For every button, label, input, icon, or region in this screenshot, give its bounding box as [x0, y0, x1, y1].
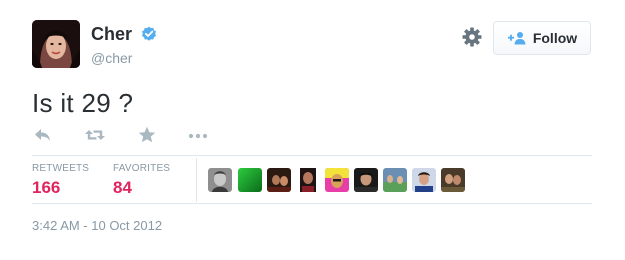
favorites-stat[interactable]: FAVORITES 84	[113, 163, 170, 198]
favoriter-avatar[interactable]	[354, 168, 378, 192]
favoriter-avatar[interactable]	[296, 168, 320, 192]
favoriter-avatar[interactable]	[238, 168, 262, 192]
favoriter-avatar[interactable]	[208, 168, 232, 192]
star-icon[interactable]	[137, 126, 157, 144]
follow-button[interactable]: Follow	[493, 21, 591, 55]
more-icon[interactable]	[188, 126, 208, 144]
gear-icon[interactable]	[462, 27, 482, 47]
favoriter-avatar[interactable]	[325, 168, 349, 192]
divider	[32, 203, 592, 204]
tweet-timestamp[interactable]: 3:42 AM - 10 Oct 2012	[32, 218, 162, 233]
retweets-label: RETWEETS	[32, 163, 90, 174]
screen-name[interactable]: @cher	[91, 50, 157, 66]
favorites-label: FAVORITES	[113, 163, 171, 174]
favoriter-avatar[interactable]	[383, 168, 407, 192]
favoriter-avatar[interactable]	[412, 168, 436, 192]
display-name[interactable]: Cher	[91, 24, 132, 44]
favorites-count: 84	[113, 178, 132, 197]
favoriter-avatar[interactable]	[441, 168, 465, 192]
stats-divider	[196, 158, 197, 202]
divider	[32, 155, 592, 156]
avatar[interactable]	[32, 20, 80, 68]
follow-label: Follow	[532, 30, 578, 46]
retweet-icon[interactable]	[84, 126, 105, 144]
retweets-count: 166	[32, 178, 61, 197]
favoriter-avatar[interactable]	[267, 168, 291, 192]
tweet-card: Cher @cher Follow Is it 29 ? RETWEETS 16…	[0, 0, 625, 260]
tweet-text: Is it 29 ?	[32, 88, 134, 118]
author-block: Cher @cher	[91, 24, 157, 66]
verified-badge-icon	[141, 26, 157, 42]
reply-icon[interactable]	[33, 126, 53, 144]
add-user-icon	[507, 31, 527, 45]
retweets-stat[interactable]: RETWEETS 166	[32, 163, 89, 198]
